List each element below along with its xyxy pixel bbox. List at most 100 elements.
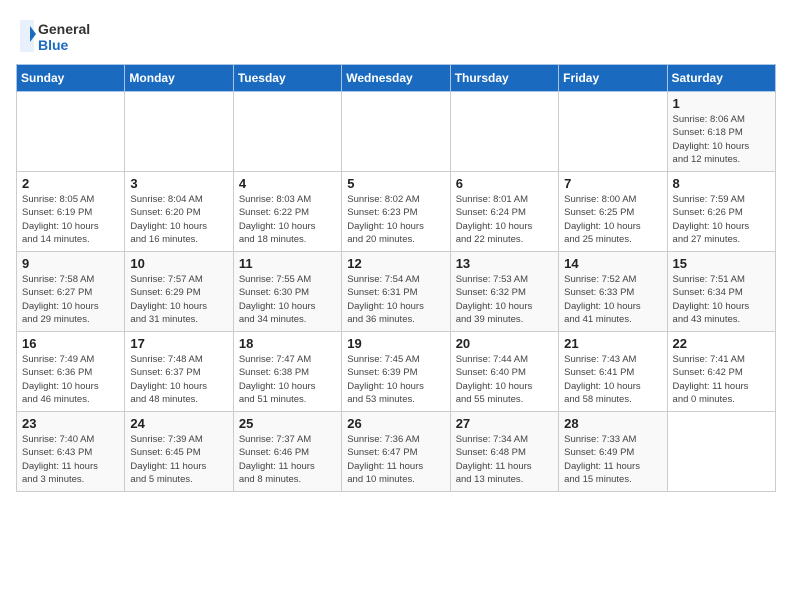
day-info: Sunrise: 7:36 AM Sunset: 6:47 PM Dayligh… xyxy=(347,433,444,486)
day-info: Sunrise: 7:37 AM Sunset: 6:46 PM Dayligh… xyxy=(239,433,336,486)
header-monday: Monday xyxy=(125,65,233,92)
calendar-cell: 2 Sunrise: 8:05 AM Sunset: 6:19 PM Daylig… xyxy=(17,172,125,252)
header-tuesday: Tuesday xyxy=(233,65,341,92)
day-number: 19 xyxy=(347,336,444,351)
day-number: 22 xyxy=(673,336,770,351)
calendar-cell xyxy=(125,92,233,172)
calendar-cell: 9 Sunrise: 7:58 AM Sunset: 6:27 PM Daylig… xyxy=(17,252,125,332)
day-number: 7 xyxy=(564,176,661,191)
calendar-cell: 10 Sunrise: 7:57 AM Sunset: 6:29 PM Dayli… xyxy=(125,252,233,332)
calendar-cell: 4Sunrise: 8:03 AM Sunset: 6:22 PM Daylig… xyxy=(233,172,341,252)
day-info: Sunrise: 8:06 AM Sunset: 6:18 PM Dayligh… xyxy=(673,113,770,166)
calendar-cell: 12 Sunrise: 7:54 AM Sunset: 6:31 PM Dayli… xyxy=(342,252,450,332)
day-info: Sunrise: 7:54 AM Sunset: 6:31 PM Dayligh… xyxy=(347,273,444,326)
calendar-cell: 7 Sunrise: 8:00 AM Sunset: 6:25 PM Daylig… xyxy=(559,172,667,252)
calendar-cell: 22 Sunrise: 7:41 AM Sunset: 6:42 PM Dayli… xyxy=(667,332,775,412)
day-number: 9 xyxy=(22,256,119,271)
svg-text:Blue: Blue xyxy=(38,37,69,53)
calendar-cell: 18 Sunrise: 7:47 AM Sunset: 6:38 PM Dayli… xyxy=(233,332,341,412)
calendar-cell: 8 Sunrise: 7:59 AM Sunset: 6:26 PM Daylig… xyxy=(667,172,775,252)
day-info: Sunrise: 7:51 AM Sunset: 6:34 PM Dayligh… xyxy=(673,273,770,326)
week-row-4: 16 Sunrise: 7:49 AM Sunset: 6:36 PM Dayli… xyxy=(17,332,776,412)
day-number: 8 xyxy=(673,176,770,191)
header-saturday: Saturday xyxy=(667,65,775,92)
week-row-2: 2 Sunrise: 8:05 AM Sunset: 6:19 PM Daylig… xyxy=(17,172,776,252)
calendar-cell: 1 Sunrise: 8:06 AM Sunset: 6:18 PM Daylig… xyxy=(667,92,775,172)
day-info: Sunrise: 7:39 AM Sunset: 6:45 PM Dayligh… xyxy=(130,433,227,486)
calendar-cell: 23Sunrise: 7:40 AM Sunset: 6:43 PM Dayli… xyxy=(17,412,125,492)
calendar-cell: 13Sunrise: 7:53 AM Sunset: 6:32 PM Dayli… xyxy=(450,252,558,332)
calendar-cell: 5 Sunrise: 8:02 AM Sunset: 6:23 PM Daylig… xyxy=(342,172,450,252)
day-info: Sunrise: 8:00 AM Sunset: 6:25 PM Dayligh… xyxy=(564,193,661,246)
day-number: 27 xyxy=(456,416,553,431)
calendar-cell xyxy=(17,92,125,172)
day-number: 21 xyxy=(564,336,661,351)
header-area: GeneralBlue xyxy=(16,16,776,56)
header-friday: Friday xyxy=(559,65,667,92)
logo: GeneralBlue xyxy=(16,16,96,56)
day-info: Sunrise: 7:45 AM Sunset: 6:39 PM Dayligh… xyxy=(347,353,444,406)
calendar-cell: 21 Sunrise: 7:43 AM Sunset: 6:41 PM Dayli… xyxy=(559,332,667,412)
day-number: 11 xyxy=(239,256,336,271)
calendar-cell: 25 Sunrise: 7:37 AM Sunset: 6:46 PM Dayli… xyxy=(233,412,341,492)
calendar-cell: 11Sunrise: 7:55 AM Sunset: 6:30 PM Dayli… xyxy=(233,252,341,332)
day-info: Sunrise: 8:01 AM Sunset: 6:24 PM Dayligh… xyxy=(456,193,553,246)
calendar-cell: 17 Sunrise: 7:48 AM Sunset: 6:37 PM Dayli… xyxy=(125,332,233,412)
calendar-cell: 19 Sunrise: 7:45 AM Sunset: 6:39 PM Dayli… xyxy=(342,332,450,412)
calendar-cell: 24 Sunrise: 7:39 AM Sunset: 6:45 PM Dayli… xyxy=(125,412,233,492)
day-number: 24 xyxy=(130,416,227,431)
calendar-cell: 16 Sunrise: 7:49 AM Sunset: 6:36 PM Dayli… xyxy=(17,332,125,412)
day-number: 26 xyxy=(347,416,444,431)
calendar-cell: 6 Sunrise: 8:01 AM Sunset: 6:24 PM Daylig… xyxy=(450,172,558,252)
day-info: Sunrise: 8:03 AM Sunset: 6:22 PM Dayligh… xyxy=(239,193,336,246)
day-number: 18 xyxy=(239,336,336,351)
day-info: Sunrise: 7:48 AM Sunset: 6:37 PM Dayligh… xyxy=(130,353,227,406)
day-info: Sunrise: 7:44 AM Sunset: 6:40 PM Dayligh… xyxy=(456,353,553,406)
header-wednesday: Wednesday xyxy=(342,65,450,92)
day-info: Sunrise: 8:04 AM Sunset: 6:20 PM Dayligh… xyxy=(130,193,227,246)
calendar-cell xyxy=(342,92,450,172)
day-info: Sunrise: 8:02 AM Sunset: 6:23 PM Dayligh… xyxy=(347,193,444,246)
day-number: 13 xyxy=(456,256,553,271)
week-row-5: 23Sunrise: 7:40 AM Sunset: 6:43 PM Dayli… xyxy=(17,412,776,492)
day-number: 6 xyxy=(456,176,553,191)
svg-text:General: General xyxy=(38,21,90,37)
calendar-cell: 3Sunrise: 8:04 AM Sunset: 6:20 PM Daylig… xyxy=(125,172,233,252)
day-info: Sunrise: 7:43 AM Sunset: 6:41 PM Dayligh… xyxy=(564,353,661,406)
calendar-cell: 27Sunrise: 7:34 AM Sunset: 6:48 PM Dayli… xyxy=(450,412,558,492)
day-info: Sunrise: 8:05 AM Sunset: 6:19 PM Dayligh… xyxy=(22,193,119,246)
day-number: 12 xyxy=(347,256,444,271)
day-info: Sunrise: 7:59 AM Sunset: 6:26 PM Dayligh… xyxy=(673,193,770,246)
day-number: 17 xyxy=(130,336,227,351)
week-row-3: 9 Sunrise: 7:58 AM Sunset: 6:27 PM Daylig… xyxy=(17,252,776,332)
day-number: 10 xyxy=(130,256,227,271)
day-info: Sunrise: 7:33 AM Sunset: 6:49 PM Dayligh… xyxy=(564,433,661,486)
calendar-cell xyxy=(233,92,341,172)
day-number: 16 xyxy=(22,336,119,351)
day-info: Sunrise: 7:49 AM Sunset: 6:36 PM Dayligh… xyxy=(22,353,119,406)
day-info: Sunrise: 7:58 AM Sunset: 6:27 PM Dayligh… xyxy=(22,273,119,326)
day-info: Sunrise: 7:52 AM Sunset: 6:33 PM Dayligh… xyxy=(564,273,661,326)
day-number: 2 xyxy=(22,176,119,191)
header-sunday: Sunday xyxy=(17,65,125,92)
day-number: 5 xyxy=(347,176,444,191)
day-number: 25 xyxy=(239,416,336,431)
calendar-cell: 28 Sunrise: 7:33 AM Sunset: 6:49 PM Dayli… xyxy=(559,412,667,492)
header-thursday: Thursday xyxy=(450,65,558,92)
week-row-1: 1 Sunrise: 8:06 AM Sunset: 6:18 PM Daylig… xyxy=(17,92,776,172)
day-number: 14 xyxy=(564,256,661,271)
day-number: 20 xyxy=(456,336,553,351)
calendar-cell xyxy=(559,92,667,172)
day-number: 1 xyxy=(673,96,770,111)
calendar-cell: 14 Sunrise: 7:52 AM Sunset: 6:33 PM Dayli… xyxy=(559,252,667,332)
day-number: 15 xyxy=(673,256,770,271)
day-number: 23 xyxy=(22,416,119,431)
day-info: Sunrise: 7:41 AM Sunset: 6:42 PM Dayligh… xyxy=(673,353,770,406)
day-info: Sunrise: 7:57 AM Sunset: 6:29 PM Dayligh… xyxy=(130,273,227,326)
calendar-cell: 26 Sunrise: 7:36 AM Sunset: 6:47 PM Dayli… xyxy=(342,412,450,492)
calendar-cell: 20 Sunrise: 7:44 AM Sunset: 6:40 PM Dayli… xyxy=(450,332,558,412)
day-info: Sunrise: 7:47 AM Sunset: 6:38 PM Dayligh… xyxy=(239,353,336,406)
calendar-cell: 15 Sunrise: 7:51 AM Sunset: 6:34 PM Dayli… xyxy=(667,252,775,332)
day-number: 28 xyxy=(564,416,661,431)
logo-icon: GeneralBlue xyxy=(16,16,96,56)
